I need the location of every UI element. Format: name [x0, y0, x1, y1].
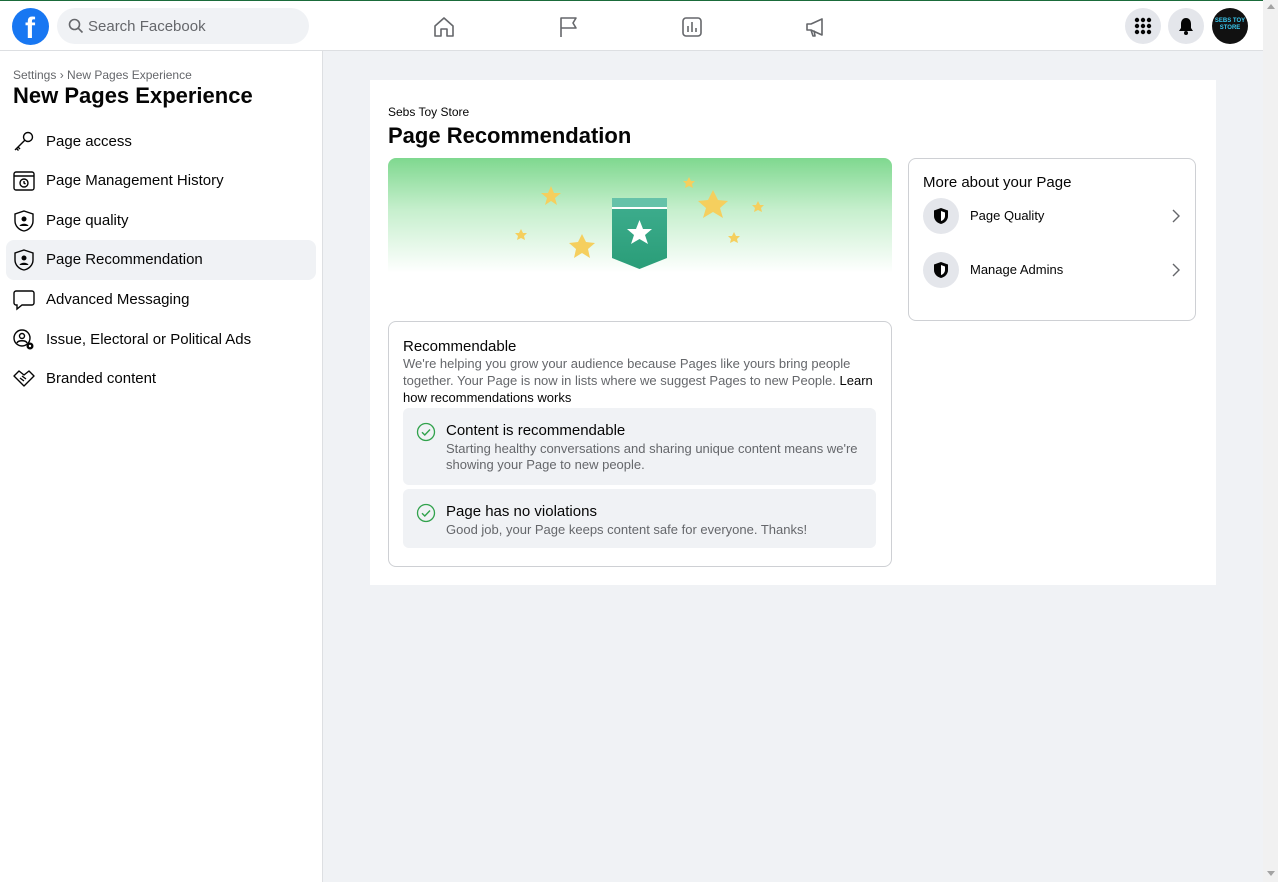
handshake-icon — [13, 370, 35, 387]
menu-grid-icon — [1134, 17, 1152, 35]
sidebar-item-page-management-history[interactable]: Page Management History — [6, 161, 316, 201]
sidebar-item-label: Page Recommendation — [46, 251, 203, 268]
recommendable-panel: Recommendable We're helping you grow you… — [388, 321, 892, 567]
avatar-text: SEBS TOY STORE — [1214, 18, 1246, 31]
vertical-scrollbar[interactable] — [1263, 0, 1278, 882]
recommendation-banner — [388, 158, 892, 273]
sidebar-item-label: Issue, Electoral or Political Ads — [46, 331, 252, 348]
main-card: Sebs Toy Store Page Recommendation Recom… — [370, 80, 1216, 585]
shield-icon-wrap — [923, 198, 959, 234]
check-item-violations: Page has no violations Good job, your Pa… — [403, 489, 876, 548]
sidebar-item-page-access[interactable]: Page access — [6, 122, 316, 162]
page-title: Page Recommendation — [388, 123, 632, 148]
top-navigation-bar: f SEBS TOY STORE — [0, 0, 1263, 51]
search-input[interactable] — [88, 8, 303, 44]
shield-icon — [934, 262, 948, 278]
check-circle-icon — [416, 503, 436, 523]
sidebar-item-advanced-messaging[interactable]: Advanced Messaging — [6, 280, 316, 320]
check-circle-icon — [416, 422, 436, 442]
scroll-down-arrow-icon[interactable] — [1267, 871, 1275, 876]
sidebar-item-label: Branded content — [46, 370, 157, 387]
badge-illustration — [515, 177, 764, 269]
sidebar-item-label: Page Management History — [46, 172, 224, 189]
check-item-content: Content is recommendable Starting health… — [403, 408, 876, 485]
history-icon — [13, 171, 35, 191]
flag-icon[interactable] — [557, 15, 581, 39]
chevron-right-icon — [1172, 263, 1180, 277]
shield-person-icon — [14, 249, 34, 271]
recommendable-title: Recommendable — [403, 338, 517, 355]
more-about-title: More about your Page — [923, 174, 1072, 191]
sidebar-item-label: Advanced Messaging — [46, 291, 190, 308]
description-text: We're helping you grow your audience bec… — [403, 356, 851, 388]
sidebar-item-branded-content[interactable]: Branded content — [6, 359, 316, 399]
facebook-logo[interactable]: f — [12, 8, 49, 45]
shield-icon-wrap — [923, 252, 959, 288]
notifications-button[interactable] — [1168, 8, 1204, 44]
shield-icon — [934, 208, 948, 224]
megaphone-icon[interactable] — [804, 15, 828, 39]
sidebar-item-label: Page quality — [46, 212, 129, 229]
scroll-up-arrow-icon[interactable] — [1267, 4, 1275, 9]
person-gear-icon — [13, 329, 34, 350]
check-description: Good job, your Page keeps content safe f… — [446, 522, 808, 537]
check-title: Content is recommendable — [446, 422, 626, 439]
breadcrumb[interactable]: Settings › New Pages Experience — [13, 68, 192, 82]
insights-icon[interactable] — [680, 15, 704, 39]
check-title: Page has no violations — [446, 503, 597, 520]
bell-icon — [1179, 18, 1193, 35]
more-item-label: Page Quality — [970, 208, 1045, 223]
sidebar-item-page-recommendation[interactable]: Page Recommendation — [6, 240, 316, 280]
logo-letter: f — [25, 12, 35, 45]
more-about-page-panel: More about your Page Page Quality Manage… — [908, 158, 1196, 321]
more-item-label: Manage Admins — [970, 262, 1064, 277]
key-icon — [14, 131, 34, 151]
sidebar-item-political-ads[interactable]: Issue, Electoral or Political Ads — [6, 320, 316, 360]
recommendable-description: We're helping you grow your audience bec… — [403, 355, 873, 406]
manage-admins-link[interactable]: Manage Admins — [917, 248, 1187, 292]
search-bar[interactable] — [57, 8, 309, 44]
avatar[interactable]: SEBS TOY STORE — [1212, 8, 1248, 44]
settings-sidebar: Settings › New Pages Experience New Page… — [0, 51, 323, 882]
page-quality-link[interactable]: Page Quality — [917, 194, 1187, 238]
chevron-right-icon — [1172, 209, 1180, 223]
sidebar-title: New Pages Experience — [13, 83, 253, 108]
menu-button[interactable] — [1125, 8, 1161, 44]
speech-bubble-icon — [13, 290, 35, 311]
sidebar-item-label: Page access — [46, 133, 132, 150]
check-description: Starting healthy conversations and shari… — [446, 441, 858, 472]
home-icon[interactable] — [432, 15, 456, 39]
page-name: Sebs Toy Store — [388, 105, 470, 119]
shield-person-icon — [14, 210, 34, 232]
sidebar-item-page-quality[interactable]: Page quality — [6, 201, 316, 241]
search-icon — [68, 18, 84, 34]
